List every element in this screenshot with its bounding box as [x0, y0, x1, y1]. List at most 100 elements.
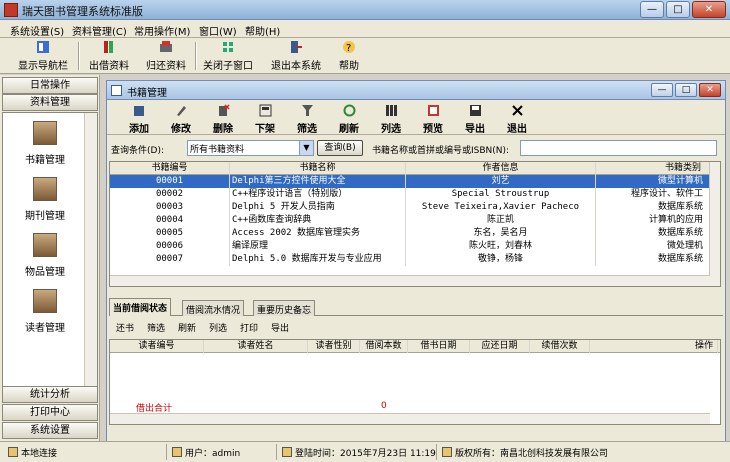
filter-icon	[301, 104, 314, 117]
table-row[interactable]: 00001 Delphi第三方控件使用大全 刘艺 微型计算机	[110, 175, 710, 188]
child-maximize-button[interactable]: □	[675, 83, 697, 97]
table-row[interactable]: 00005 Access 2002 数据库管理实务 东名，吴名月 数据库系统	[110, 227, 710, 240]
column-header[interactable]: 书籍类别	[596, 162, 710, 175]
return-book-action[interactable]: 还书	[116, 321, 134, 334]
borrow-status-grid: 读者编号 读者姓名 读者性别 借阅本数 借书日期 应还日期 续借次数 操作 借出…	[109, 339, 721, 425]
filter-action[interactable]: 筛选	[147, 321, 165, 334]
column-header[interactable]: 借书日期	[408, 340, 470, 353]
exit-button[interactable]: 退出	[499, 104, 535, 135]
column-header[interactable]: 读者编号	[110, 340, 204, 353]
column-header[interactable]: 书籍编号	[110, 162, 230, 175]
chevron-down-icon: ▼	[299, 141, 313, 155]
edit-button[interactable]: 修改	[163, 104, 199, 135]
column-header[interactable]: 借阅本数	[360, 340, 408, 353]
column-header[interactable]: 读者姓名	[204, 340, 308, 353]
nav-scrollbar[interactable]	[84, 113, 97, 387]
status-bar: 本地连接 用户：admin 登陆时间：2015年7月23日 11:19 版权所有…	[0, 441, 730, 462]
menu-common-operations[interactable]: 常用操作(M)	[134, 23, 190, 38]
delete-button[interactable]: 删除	[205, 104, 241, 135]
close-button[interactable]: ✕	[692, 1, 726, 18]
nav-header-system-settings[interactable]: 系统设置	[2, 422, 98, 439]
table-row[interactable]: 00006 编译原理 陈火旺，刘春林 微处理机	[110, 240, 710, 253]
nav-header-data-management[interactable]: 资料管理	[2, 94, 98, 111]
grid-horizontal-scrollbar[interactable]	[110, 275, 710, 286]
close-child-window-button[interactable]: 关闭子窗口	[200, 40, 256, 72]
exit-system-button[interactable]: 退出本系统	[268, 40, 324, 72]
query-condition-select[interactable]: 所有书籍资料 ▼	[187, 140, 314, 156]
detail-toolbar: 还书 筛选 刷新 列选 打印 导出	[109, 319, 723, 336]
login-time-status: 登陆时间：2015年7月23日 11:19	[282, 446, 436, 459]
column-header[interactable]: 书籍名称	[230, 162, 406, 175]
navigation-panel: 日常操作 资料管理 书籍管理 期刊管理 物品管理 读者管理 统计分析 打印中心 …	[0, 75, 100, 441]
query-button[interactable]: 查询(B)	[317, 140, 363, 156]
tab-current-borrow-status[interactable]: 当前借阅状态	[109, 298, 172, 316]
print-action[interactable]: 打印	[240, 321, 258, 334]
child-title-bar: 书籍管理 — □ ✕	[107, 81, 725, 100]
minimize-button[interactable]: —	[640, 1, 664, 18]
menu-bar: 系统设置(S) 资料管理(C) 常用操作(M) 窗口(W) 帮助(H)	[0, 20, 730, 38]
lend-book-button[interactable]: 出借资料	[85, 40, 133, 72]
table-cell: 微处理机	[596, 240, 710, 253]
nav-item-periodicals[interactable]: 期刊管理	[7, 177, 83, 222]
table-row[interactable]: 00003 Delphi 5 开发人员指南 Steve Teixeira,Xavie…	[110, 201, 710, 214]
reader-icon	[33, 289, 57, 313]
child-toolbar: 添加 修改 删除 下架 筛选 刷新 列选 预览 导出 退出	[107, 101, 725, 135]
refresh-button[interactable]: 刷新	[331, 104, 367, 135]
filter-button[interactable]: 筛选	[289, 104, 325, 135]
search-input[interactable]	[520, 140, 717, 156]
grid-vertical-scrollbar[interactable]	[709, 162, 720, 286]
table-cell: 陈正凯	[406, 214, 596, 227]
menu-help[interactable]: 帮助(H)	[245, 23, 280, 38]
child-close-button[interactable]: ✕	[699, 83, 721, 97]
column-header[interactable]: 操作	[590, 340, 718, 353]
nav-header-daily-operations[interactable]: 日常操作	[2, 77, 98, 94]
table-cell: 数据库系统	[596, 227, 710, 240]
help-button[interactable]: ? 帮助	[336, 40, 362, 72]
connection-status: 本地连接	[8, 446, 57, 459]
nav-header-print-center[interactable]: 打印中心	[2, 404, 98, 421]
menu-data-management[interactable]: 资料管理(C)	[72, 23, 127, 38]
return-book-icon	[159, 40, 173, 54]
child-minimize-button[interactable]: —	[651, 83, 673, 97]
menu-window[interactable]: 窗口(W)	[199, 23, 237, 38]
table-cell: 数据库系统	[596, 253, 710, 266]
table-cell: Steve Teixeira,Xavier Pacheco	[406, 201, 596, 214]
column-header[interactable]: 应还日期	[470, 340, 530, 353]
tab-history-memo[interactable]: 重要历史备忘	[253, 300, 316, 316]
export-action[interactable]: 导出	[271, 321, 289, 334]
columns-action[interactable]: 列选	[209, 321, 227, 334]
lend-book-icon	[102, 40, 116, 54]
delete-icon	[217, 104, 230, 117]
export-button[interactable]: 导出	[457, 104, 493, 135]
nav-item-books[interactable]: 书籍管理	[7, 121, 83, 166]
nav-item-readers[interactable]: 读者管理	[7, 289, 83, 334]
child-title: 书籍管理	[127, 88, 167, 99]
grid2-horizontal-scrollbar[interactable]	[110, 413, 710, 424]
close-child-window-icon	[221, 40, 235, 54]
table-row[interactable]: 00002 C++程序设计语言（特别版） Special Stroustrup 程序设…	[110, 188, 710, 201]
preview-button[interactable]: 预览	[415, 104, 451, 135]
tab-borrow-history[interactable]: 借阅流水情况	[182, 300, 245, 316]
refresh-action[interactable]: 刷新	[178, 321, 196, 334]
columns-button[interactable]: 列选	[373, 104, 409, 135]
table-row[interactable]: 00004 C++函数库查询辞典 陈正凯 计算机的应用	[110, 214, 710, 227]
periodical-icon	[33, 177, 57, 201]
column-header[interactable]: 续借次数	[530, 340, 590, 353]
borrow-total-value: 0	[381, 401, 387, 411]
nav-list: 书籍管理 期刊管理 物品管理 读者管理	[2, 112, 98, 388]
table-row[interactable]: 00007 Delphi 5.0 数据库开发与专业应用 敬铮，杨锋 数据库系统	[110, 253, 710, 266]
table-cell: 编译原理	[230, 240, 406, 253]
shelf-off-button[interactable]: 下架	[247, 104, 283, 135]
column-header[interactable]: 作者信息	[406, 162, 596, 175]
menu-system-settings[interactable]: 系统设置(S)	[10, 23, 64, 38]
exit-system-icon	[289, 40, 303, 54]
show-navigation-button[interactable]: 显示导航栏	[15, 40, 71, 72]
return-book-button[interactable]: 归还资料	[142, 40, 190, 72]
nav-item-items[interactable]: 物品管理	[7, 233, 83, 278]
add-button[interactable]: 添加	[121, 104, 157, 135]
maximize-button[interactable]: □	[666, 1, 690, 18]
nav-header-statistics[interactable]: 统计分析	[2, 386, 98, 403]
column-header[interactable]: 读者性别	[308, 340, 360, 353]
detail-tabs: 当前借阅状态 借阅流水情况 重要历史备忘	[109, 298, 723, 316]
copyright-icon	[442, 447, 452, 457]
